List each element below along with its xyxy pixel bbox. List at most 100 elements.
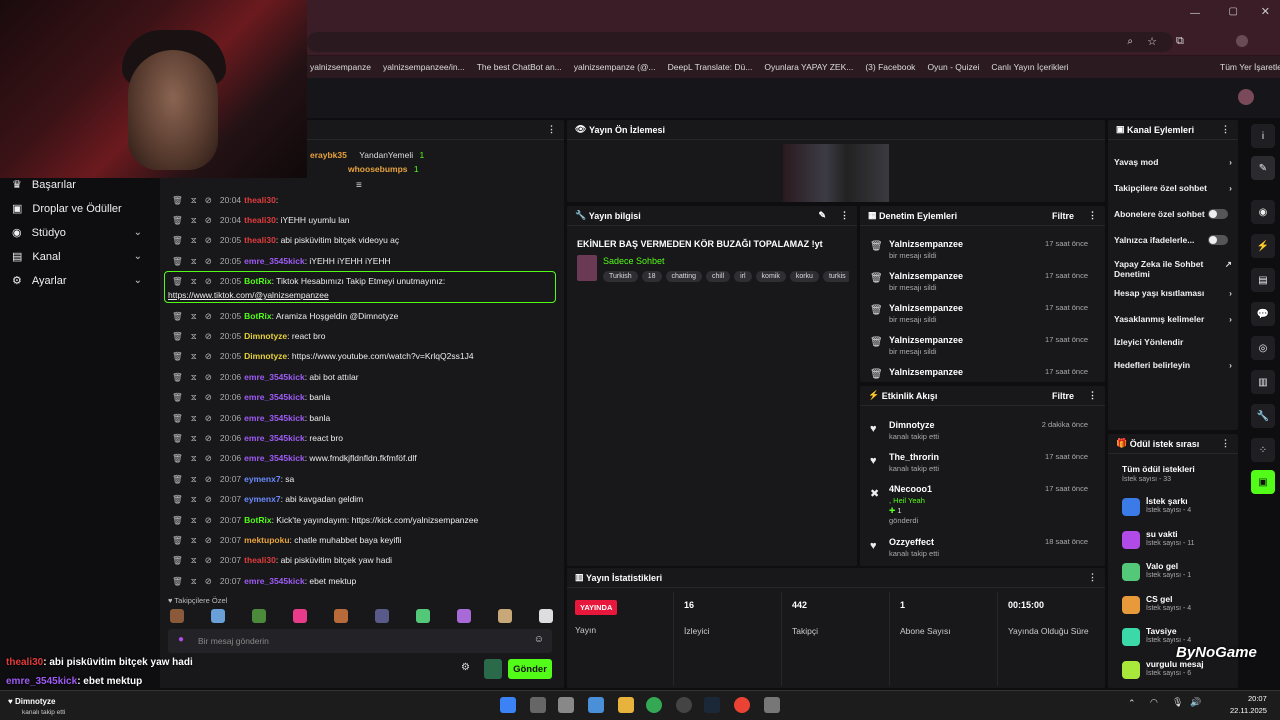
- bookmark-item[interactable]: Canlı Yayın İçerikleri: [991, 62, 1068, 72]
- bookmark-item[interactable]: yalnizsempanze (@...: [574, 62, 656, 72]
- timeout-icon[interactable]: ⧖: [191, 576, 197, 586]
- stream-category[interactable]: Sadece Sohbet: [603, 256, 665, 266]
- delete-icon[interactable]: 🗑: [172, 311, 183, 321]
- message-user[interactable]: emre_3545kick: [244, 433, 305, 443]
- message-user[interactable]: BotRix: [244, 515, 271, 525]
- maximize-icon[interactable]: ▢: [1229, 6, 1238, 17]
- delete-icon[interactable]: 🗑: [172, 576, 183, 586]
- bookmark-item[interactable]: Oyunlara YAPAY ZEK...: [764, 62, 853, 72]
- toggle-switch[interactable]: [1208, 235, 1228, 245]
- volume-icon[interactable]: 🔊: [1190, 697, 1201, 708]
- channel-action-item[interactable]: Yalnızca ifadelerle...: [1114, 235, 1234, 245]
- nodes-icon[interactable]: ⁘: [1251, 438, 1275, 462]
- ban-icon[interactable]: ⊘: [205, 351, 212, 361]
- timeout-icon[interactable]: ⧖: [191, 331, 197, 341]
- document-icon[interactable]: ▤: [1251, 268, 1275, 292]
- delete-icon[interactable]: 🗑: [172, 372, 183, 382]
- channel-action-item[interactable]: İzleyici Yönlendir: [1114, 337, 1234, 347]
- mic-icon[interactable]: ●: [178, 634, 184, 645]
- ban-icon[interactable]: ⊘: [205, 276, 212, 286]
- wifi-icon[interactable]: ◠: [1150, 697, 1158, 708]
- emote-icon[interactable]: [211, 609, 225, 623]
- channel-action-item[interactable]: Hesap yaşı kısıtlaması ›: [1114, 288, 1234, 298]
- user-avatar[interactable]: [1238, 89, 1254, 105]
- emote-icon[interactable]: [293, 609, 307, 623]
- ban-icon[interactable]: ⊘: [205, 331, 212, 341]
- profile-avatar[interactable]: [1236, 35, 1248, 47]
- timeout-icon[interactable]: ⧖: [191, 276, 197, 286]
- message-user[interactable]: Dimnotyze: [244, 351, 287, 361]
- ban-icon[interactable]: ⊘: [205, 392, 212, 402]
- emote-icon[interactable]: [457, 609, 471, 623]
- minimize-icon[interactable]: —: [1190, 8, 1200, 19]
- bookmark-item[interactable]: yalnizsempanzee/in...: [383, 62, 465, 72]
- taskview-icon[interactable]: [530, 697, 546, 713]
- ban-icon[interactable]: ⊘: [205, 535, 212, 545]
- message-user[interactable]: BotRix: [244, 276, 271, 286]
- emote-icon[interactable]: [539, 609, 553, 623]
- message-user[interactable]: mektupoku: [244, 535, 289, 545]
- add-widget-icon[interactable]: ▣: [1251, 470, 1275, 494]
- delete-icon[interactable]: 🗑: [172, 555, 183, 565]
- delete-icon[interactable]: 🗑: [172, 256, 183, 266]
- delete-icon[interactable]: 🗑: [172, 351, 183, 361]
- nav-settings[interactable]: ⚙ Ayarlar ⌄: [12, 274, 142, 288]
- emote-icon[interactable]: [498, 609, 512, 623]
- emoji-icon[interactable]: ☺: [534, 634, 544, 645]
- timeout-icon[interactable]: ⧖: [191, 515, 197, 525]
- bookmark-item[interactable]: The best ChatBot an...: [477, 62, 562, 72]
- emote-icon[interactable]: [375, 609, 389, 623]
- timeout-icon[interactable]: ⧖: [191, 195, 197, 205]
- delete-icon[interactable]: 🗑: [172, 494, 183, 504]
- send-button[interactable]: Gönder: [508, 659, 552, 679]
- ban-icon[interactable]: ⊘: [205, 256, 212, 266]
- bot-link[interactable]: https://www.tiktok.com/@yalnizsempanzee: [168, 290, 329, 300]
- timeout-icon[interactable]: ⧖: [191, 433, 197, 443]
- ban-icon[interactable]: ⊘: [205, 372, 212, 382]
- message-user[interactable]: BotRix: [244, 311, 271, 321]
- delete-icon[interactable]: 🗑: [172, 276, 183, 286]
- nav-studio[interactable]: ◉ Stüdyo ⌄: [12, 226, 142, 240]
- delete-icon[interactable]: 🗑: [172, 433, 183, 443]
- tag-chip[interactable]: irl: [734, 271, 752, 282]
- bookmark-item[interactable]: (3) Facebook: [865, 62, 915, 72]
- chat-settings-icon[interactable]: ⚙: [461, 662, 470, 673]
- toggle-switch[interactable]: [1208, 209, 1228, 219]
- bookmark-item[interactable]: Oyun - Quizei: [927, 62, 979, 72]
- emote-icon[interactable]: [170, 609, 184, 623]
- nav-channel[interactable]: ▤ Kanal ⌄: [12, 250, 142, 264]
- delete-icon[interactable]: 🗑: [172, 453, 183, 463]
- kebab-menu-icon[interactable]: ⋮: [1221, 438, 1230, 449]
- ban-icon[interactable]: ⊘: [205, 215, 212, 225]
- tag-chip[interactable]: chill: [706, 271, 731, 282]
- timeout-icon[interactable]: ⧖: [191, 392, 197, 402]
- app-icon[interactable]: [558, 697, 574, 713]
- delete-icon[interactable]: 🗑: [172, 535, 183, 545]
- mod-action-row[interactable]: 🗑 Yalnizsempanzee bir mesajı sildi 17 saat …: [860, 236, 1096, 268]
- channel-action-item[interactable]: Abonelere özel sohbet: [1114, 209, 1234, 219]
- timeout-icon[interactable]: ⧖: [191, 413, 197, 423]
- message-user[interactable]: emre_3545kick: [244, 453, 305, 463]
- message-user[interactable]: emre_3545kick: [244, 413, 305, 423]
- message-user[interactable]: eymenx7: [244, 474, 280, 484]
- kebab-menu-icon[interactable]: ⋮: [1221, 124, 1230, 135]
- timeout-icon[interactable]: ⧖: [191, 474, 197, 484]
- bookmark-item[interactable]: yalnizsempanze: [310, 62, 371, 72]
- ban-icon[interactable]: ⊘: [205, 433, 212, 443]
- message-user[interactable]: emre_3545kick: [244, 372, 305, 382]
- message-user[interactable]: emre_3545kick: [244, 576, 305, 586]
- timeout-icon[interactable]: ⧖: [191, 555, 197, 565]
- tag-chip[interactable]: turkis: [822, 271, 849, 282]
- delete-icon[interactable]: 🗑: [172, 515, 183, 525]
- message-user[interactable]: emre_3545kick: [244, 256, 305, 266]
- emote-icon[interactable]: [334, 609, 348, 623]
- kebab-menu-icon[interactable]: ⋮: [1088, 572, 1097, 583]
- timeout-icon[interactable]: ⧖: [191, 351, 197, 361]
- chrome-icon[interactable]: [646, 697, 662, 713]
- timeout-icon[interactable]: ⧖: [191, 535, 197, 545]
- kebab-menu-icon[interactable]: ⋮: [1088, 210, 1097, 221]
- wrench-icon[interactable]: 🔧: [1251, 404, 1275, 428]
- record-icon[interactable]: ◉: [1251, 200, 1275, 224]
- chat-icon[interactable]: 💬: [1251, 302, 1275, 326]
- emote-icon[interactable]: [416, 609, 430, 623]
